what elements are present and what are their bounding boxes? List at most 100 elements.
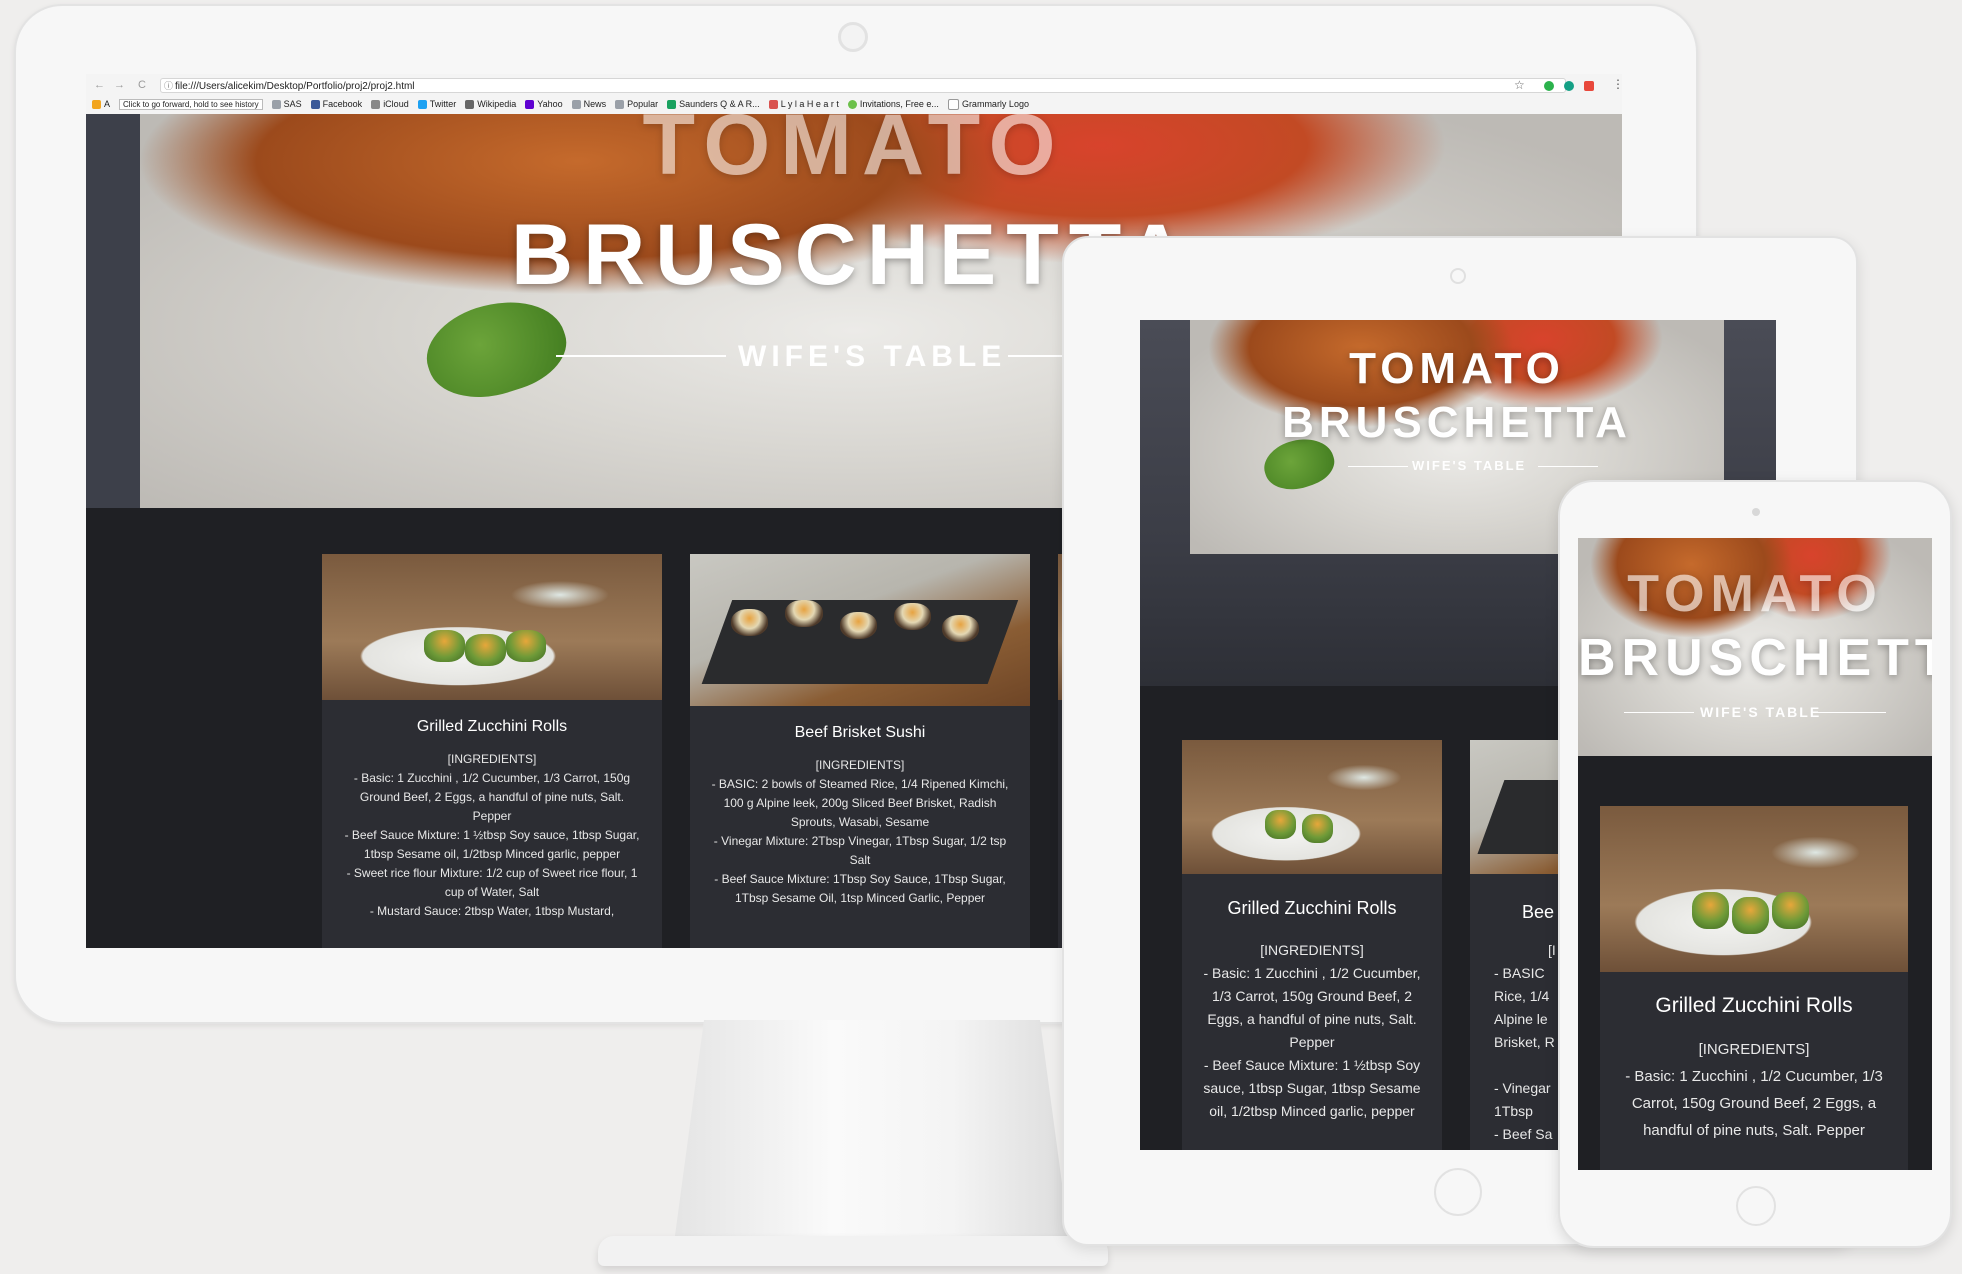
phone-speaker [1752,508,1760,516]
ingredient-line: - Beef Sauce Mixture: 1 ½tbsp Soy sauce,… [1203,1057,1421,1119]
folder-icon [571,99,581,109]
bookmark-facebook[interactable]: Facebook [310,99,362,109]
ingredients-header: [INGREDIENTS] [447,752,537,766]
tablet-hero-subtitle: WIFE'S TABLE [1412,458,1527,473]
more-menu-icon[interactable]: ⋮ [1612,77,1622,91]
browser-toolbar: ← → C file:///Users/alicekim/Desktop/Por… [86,74,1622,115]
zucchini-rolls-photo [1600,806,1908,972]
bookmark-twitter[interactable]: Twitter [417,99,456,109]
wikipedia-icon [465,99,475,109]
sushi-piece [839,611,877,640]
grammarly-extension-icon[interactable] [1564,81,1574,91]
ingredient-line: - Beef Sauce Mixture: 1Tbsp Soy Sauce, 1… [714,872,1006,905]
bookmark-yahoo[interactable]: Yahoo [525,99,563,109]
ingredients-header: [INGREDIENTS] [815,758,905,772]
phone-hero-title-line1: TOMATO [1627,565,1883,623]
bookmark-wikipedia[interactable]: Wikipedia [465,99,516,109]
bookmark-lylaheart[interactable]: L y l a H e a r t [768,99,839,109]
monitor-stand-base [598,1236,1108,1266]
recipe-title: Grilled Zucchini Rolls [1227,898,1397,918]
page-icon [947,98,959,110]
roll [1692,892,1730,929]
extension-icon[interactable] [1584,81,1594,91]
reload-button[interactable]: C [138,79,146,91]
invitations-icon [847,99,857,109]
ingredient-line: - Basic: 1 Zucchini , 1/2 Cucumber, 1/3 … [1203,965,1421,1050]
hero-divider-left [556,355,726,357]
forward-tooltip: Click to go forward, hold to see history [119,98,263,110]
apple-icon [371,99,381,109]
hero-divider-left [1348,466,1408,467]
info-icon[interactable]: ⓘ [164,79,173,92]
recipe-card[interactable]: Beef Brisket Sushi [INGREDIENTS] - BASIC… [690,554,1030,948]
bookmark-invitations[interactable]: Invitations, Free e... [847,99,939,109]
roll [1301,813,1333,844]
ingredient-line: - Basic: 1 Zucchini , 1/2 Cucumber, 1/3 … [353,771,631,823]
play-icon [667,99,677,109]
hero-divider-left [1624,712,1694,713]
monitor-stand-neck [672,1020,1072,1258]
ingredients-header: [INGREDIENTS] [1260,942,1364,958]
roll [505,629,547,663]
address-bar[interactable]: file:///Users/alicekim/Desktop/Portfolio… [160,78,1566,93]
sushi-piece [894,602,932,630]
bookmark-grammarly[interactable]: Grammarly Logo [947,98,1029,110]
ingredient-line: - Beef Sauce Mixture: 1 ½tbsp Soy sauce,… [344,828,640,861]
ingredient-line: - Basic: 1 Zucchini , 1/2 Cucumber, 1/3 … [1625,1068,1883,1139]
facebook-icon [310,99,320,109]
recipe-title: Beef Brisket Sushi [794,724,926,741]
bookmark-popular[interactable]: Popular [615,99,658,109]
tablet-recipe-card[interactable]: Grilled Zucchini Rolls [INGREDIENTS] - B… [1182,740,1442,1150]
zucchini-rolls-photo [1182,740,1442,874]
bookmark-star-icon[interactable]: ☆ [1514,78,1525,92]
roll [1265,809,1297,840]
phone-hero-title-line2: BRUSCHETTA [1578,629,1932,687]
yahoo-icon [525,99,535,109]
folder-icon [271,99,281,109]
ingredient-line: - Vinegar Mixture: 2Tbsp Vinegar, 1Tbsp … [713,834,1007,867]
folder-icon [615,99,625,109]
sushi-piece [785,599,823,627]
roll [1732,897,1770,934]
tablet-hero-title-line1: TOMATO [1349,344,1565,393]
ingredient-line: - Sweet rice flour Mixture: 1/2 cup of S… [346,866,638,899]
bookmark-saunders[interactable]: Saunders Q & A R... [667,99,760,109]
url-text: file:///Users/alicekim/Desktop/Portfolio… [175,81,415,92]
hero-subtitle: WIFE'S TABLE [738,340,1007,373]
bookmark-news[interactable]: News [571,99,606,109]
phone-hero: TOMATO BRUSCHETTA WIFE'S TABLE [1578,538,1932,756]
twitter-icon [417,99,427,109]
recipe-title: Grilled Zucchini Rolls [416,718,568,735]
tablet-home-button [1434,1168,1482,1216]
bookmark-icloud[interactable]: iCloud [371,99,409,109]
ingredient-line: - Mustard Sauce: 2tbsp Water, 1tbsp Must… [369,904,615,918]
sushi-piece [730,608,769,637]
phone-home-button [1736,1186,1776,1226]
ingredient-line: - BASIC: 2 bowls of Steamed Rice, 1/4 Ri… [711,777,1009,829]
back-button[interactable]: ← [94,79,105,91]
roll [464,634,506,667]
apps-icon[interactable]: A [92,99,110,109]
hero-divider-right [1538,466,1598,467]
tablet-camera [1450,268,1466,284]
extension-icon[interactable] [1544,81,1554,91]
beef-brisket-sushi-photo [690,554,1030,706]
lylaheart-icon [768,99,778,109]
monitor-camera [838,22,868,52]
zucchini-rolls-photo [322,554,662,700]
recipe-card[interactable]: Grilled Zucchini Rolls [INGREDIENTS] - B… [322,554,662,948]
recipe-title: Grilled Zucchini Rolls [1655,994,1853,1017]
phone-screen: TOMATO BRUSCHETTA WIFE'S TABLE Grilled Z… [1578,538,1932,1170]
roll [1772,892,1810,929]
ingredients-header: [INGREDIENTS] [1698,1041,1810,1058]
hero-divider-right [1816,712,1886,713]
hero-title-line1: TOMATO [642,114,1066,193]
sushi-piece [941,614,979,643]
forward-button[interactable]: → [114,79,125,91]
roll [424,629,465,663]
bookmarks-bar: A Click to go forward, hold to see histo… [92,97,1029,111]
tablet-hero-title-line2: BRUSCHETTA [1282,398,1632,447]
phone-hero-subtitle: WIFE'S TABLE [1700,704,1822,720]
phone-recipe-card[interactable]: Grilled Zucchini Rolls [INGREDIENTS] - B… [1600,806,1908,1170]
bookmark-sas[interactable]: SAS [271,99,302,109]
